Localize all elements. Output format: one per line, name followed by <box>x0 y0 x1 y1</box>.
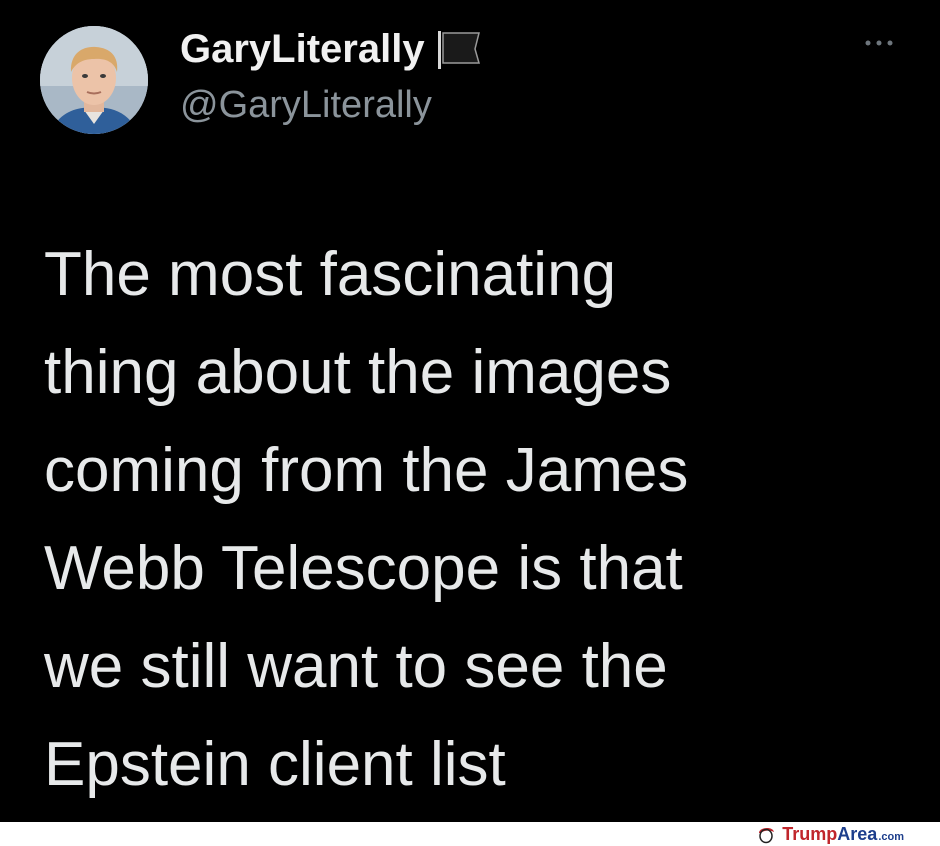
display-name-row: GaryLiterally <box>180 24 481 74</box>
tweet-card: GaryLiterally @GaryLiterally The most fa… <box>0 0 940 822</box>
tweet-text-line: we still want to see the <box>44 632 668 701</box>
tweet-text-line: Webb Telescope is that <box>44 534 683 603</box>
tweet-text-line: coming from the James <box>44 436 689 505</box>
watermark-brand-first: Trump <box>782 823 838 844</box>
avatar[interactable] <box>40 26 148 134</box>
trump-hair-icon <box>759 827 775 844</box>
more-options-icon[interactable] <box>862 36 896 50</box>
watermark-tld: .com <box>878 831 904 843</box>
tweet-text-line: Epstein client list <box>44 730 506 799</box>
watermark-brand-second: Area <box>837 823 878 844</box>
black-flag-icon <box>437 31 480 69</box>
watermark: TrumpArea .com <box>756 822 904 846</box>
watermark-brand: TrumpArea <box>782 824 877 845</box>
tweet-text: The most fascinating thing about the ima… <box>44 226 924 814</box>
avatar-photo <box>40 26 148 134</box>
display-name[interactable]: GaryLiterally <box>180 27 425 72</box>
tweet-text-line: The most fascinating <box>44 240 617 309</box>
tweet-text-line: thing about the images <box>44 338 672 407</box>
user-handle[interactable]: @GaryLiterally <box>180 84 432 127</box>
